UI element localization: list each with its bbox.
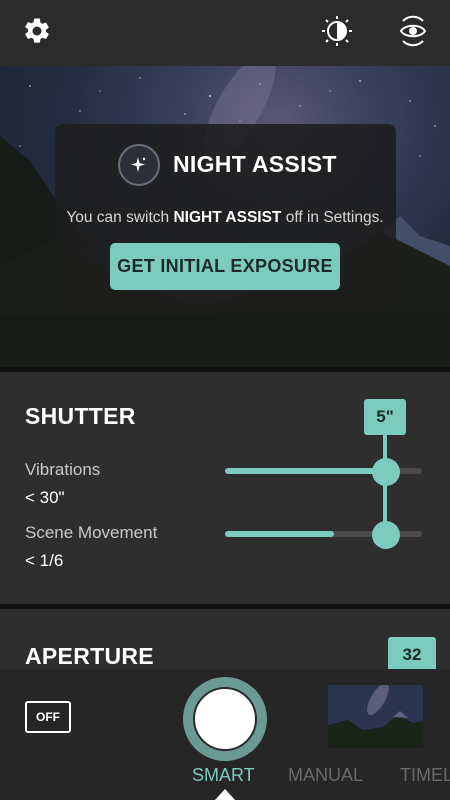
night-assist-title: NIGHT ASSIST <box>173 151 337 177</box>
vibrations-value: < 30" <box>25 488 65 507</box>
top-toolbar <box>0 0 450 66</box>
vibrations-label: Vibrations <box>25 460 101 479</box>
exposure-compensation-icon[interactable] <box>320 14 354 48</box>
vibrations-slider-knob[interactable] <box>372 458 400 486</box>
vibrations-slider-fill <box>225 468 386 474</box>
mode-timelapse[interactable]: TIMEL <box>400 765 450 786</box>
aperture-title: APERTURE <box>25 643 154 669</box>
sparkle-icon <box>118 144 160 186</box>
eye-rotate-icon[interactable] <box>396 14 430 48</box>
gear-icon[interactable] <box>20 14 54 48</box>
scene-movement-value: < 1/6 <box>25 551 64 570</box>
active-mode-indicator <box>215 789 235 800</box>
last-photo-thumbnail[interactable] <box>328 685 423 748</box>
shutter-value-badge: 5" <box>364 399 406 435</box>
shutter-button-inner <box>193 687 257 751</box>
aperture-value-badge: 32 <box>388 637 436 673</box>
scene-movement-slider-knob[interactable] <box>372 521 400 549</box>
mode-manual[interactable]: MANUAL <box>288 765 363 786</box>
scene-movement-slider-fill <box>225 531 334 537</box>
shutter-title: SHUTTER <box>25 403 136 429</box>
get-initial-exposure-button[interactable]: GET INITIAL EXPOSURE <box>110 243 340 290</box>
night-assist-message: You can switch NIGHT ASSIST off in Setti… <box>66 209 384 226</box>
shutter-button[interactable] <box>183 677 267 761</box>
scene-movement-label: Scene Movement <box>25 523 158 542</box>
mode-smart[interactable]: SMART <box>192 765 255 786</box>
flash-off-button[interactable]: OFF <box>25 701 71 733</box>
